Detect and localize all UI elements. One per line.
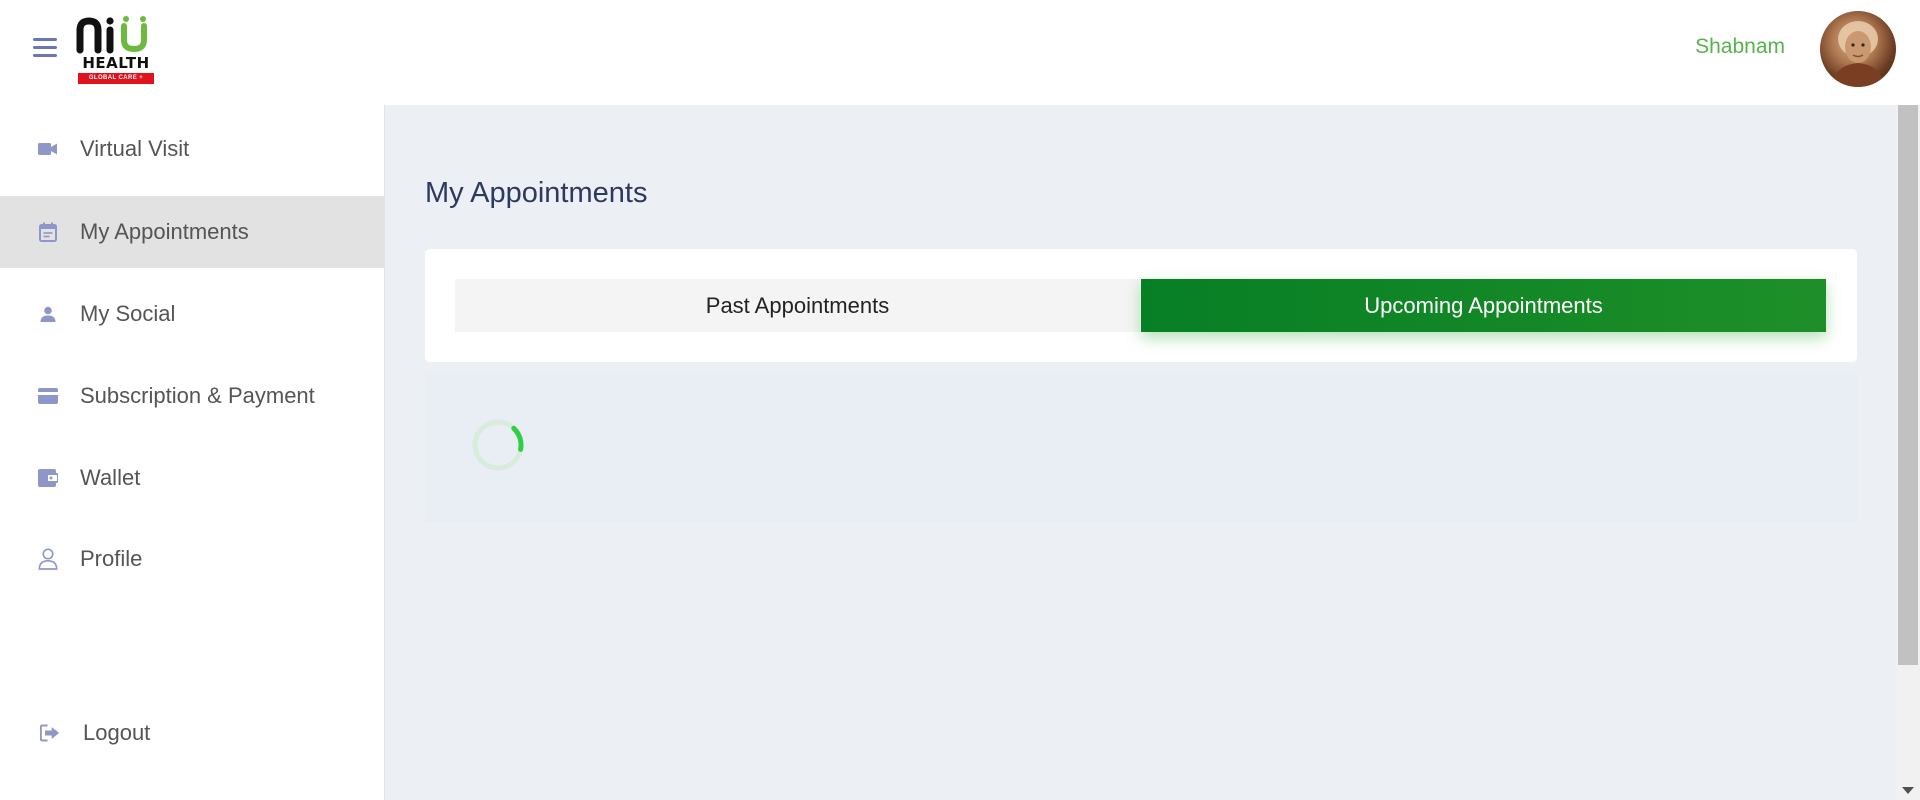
sidebar-item-wallet[interactable]: Wallet [0, 442, 384, 514]
logout-icon [40, 723, 60, 743]
credit-card-icon [38, 386, 58, 406]
sidebar-item-label: Virtual Visit [80, 136, 190, 161]
tab-upcoming-appointments[interactable]: Upcoming Appointments [1141, 279, 1826, 332]
wallet-icon [38, 468, 58, 488]
niu-health-logo[interactable]: HEALTH GLOBAL CARE + [76, 16, 156, 88]
vertical-scrollbar[interactable] [1896, 105, 1920, 800]
tab-past-appointments[interactable]: Past Appointments [455, 279, 1140, 332]
appointment-tabs: Past Appointments Upcoming Appointments [425, 249, 1857, 362]
calendar-icon [38, 222, 58, 242]
top-header: HEALTH GLOBAL CARE + Shabnam [0, 0, 1920, 105]
user-name[interactable]: Shabnam [1695, 35, 1785, 59]
sidebar-item-profile[interactable]: Profile [0, 523, 384, 595]
logout-label: Logout [83, 720, 151, 745]
user-avatar[interactable] [1820, 11, 1896, 87]
scrollbar-thumb[interactable] [1898, 105, 1918, 665]
sidebar-item-virtual-visit[interactable]: Virtual Visit [0, 113, 384, 185]
main-content: My Appointments Past Appointments Upcomi… [384, 105, 1896, 800]
sidebar-item-label: Subscription & Payment [80, 383, 315, 408]
sidebar-item-subscription-payment[interactable]: Subscription & Payment [0, 360, 384, 432]
page-title: My Appointments [425, 177, 648, 209]
sidebar-item-label: My Social [80, 301, 176, 326]
logo-tagline: GLOBAL CARE + [78, 73, 154, 84]
avatar-photo [1832, 21, 1884, 87]
sidebar-item-label: Profile [80, 546, 143, 571]
appointments-panel [425, 372, 1857, 522]
sidebar: Virtual Visit My Appointments My Social … [0, 105, 384, 800]
sidebar-item-label: Wallet [80, 465, 141, 490]
user-outline-icon [38, 548, 58, 570]
logo-text: HEALTH [82, 54, 150, 72]
sidebar-item-my-appointments[interactable]: My Appointments [0, 196, 384, 268]
person-icon [38, 304, 58, 324]
hamburger-menu-icon[interactable] [33, 38, 57, 58]
sidebar-item-label: My Appointments [80, 219, 249, 244]
sidebar-item-my-social[interactable]: My Social [0, 278, 384, 350]
video-camera-icon [38, 139, 58, 159]
scroll-down-arrow-icon[interactable] [1902, 787, 1914, 794]
loading-spinner-icon [472, 419, 524, 471]
logo-mark [76, 16, 147, 54]
logout-button[interactable]: Logout [0, 697, 384, 769]
